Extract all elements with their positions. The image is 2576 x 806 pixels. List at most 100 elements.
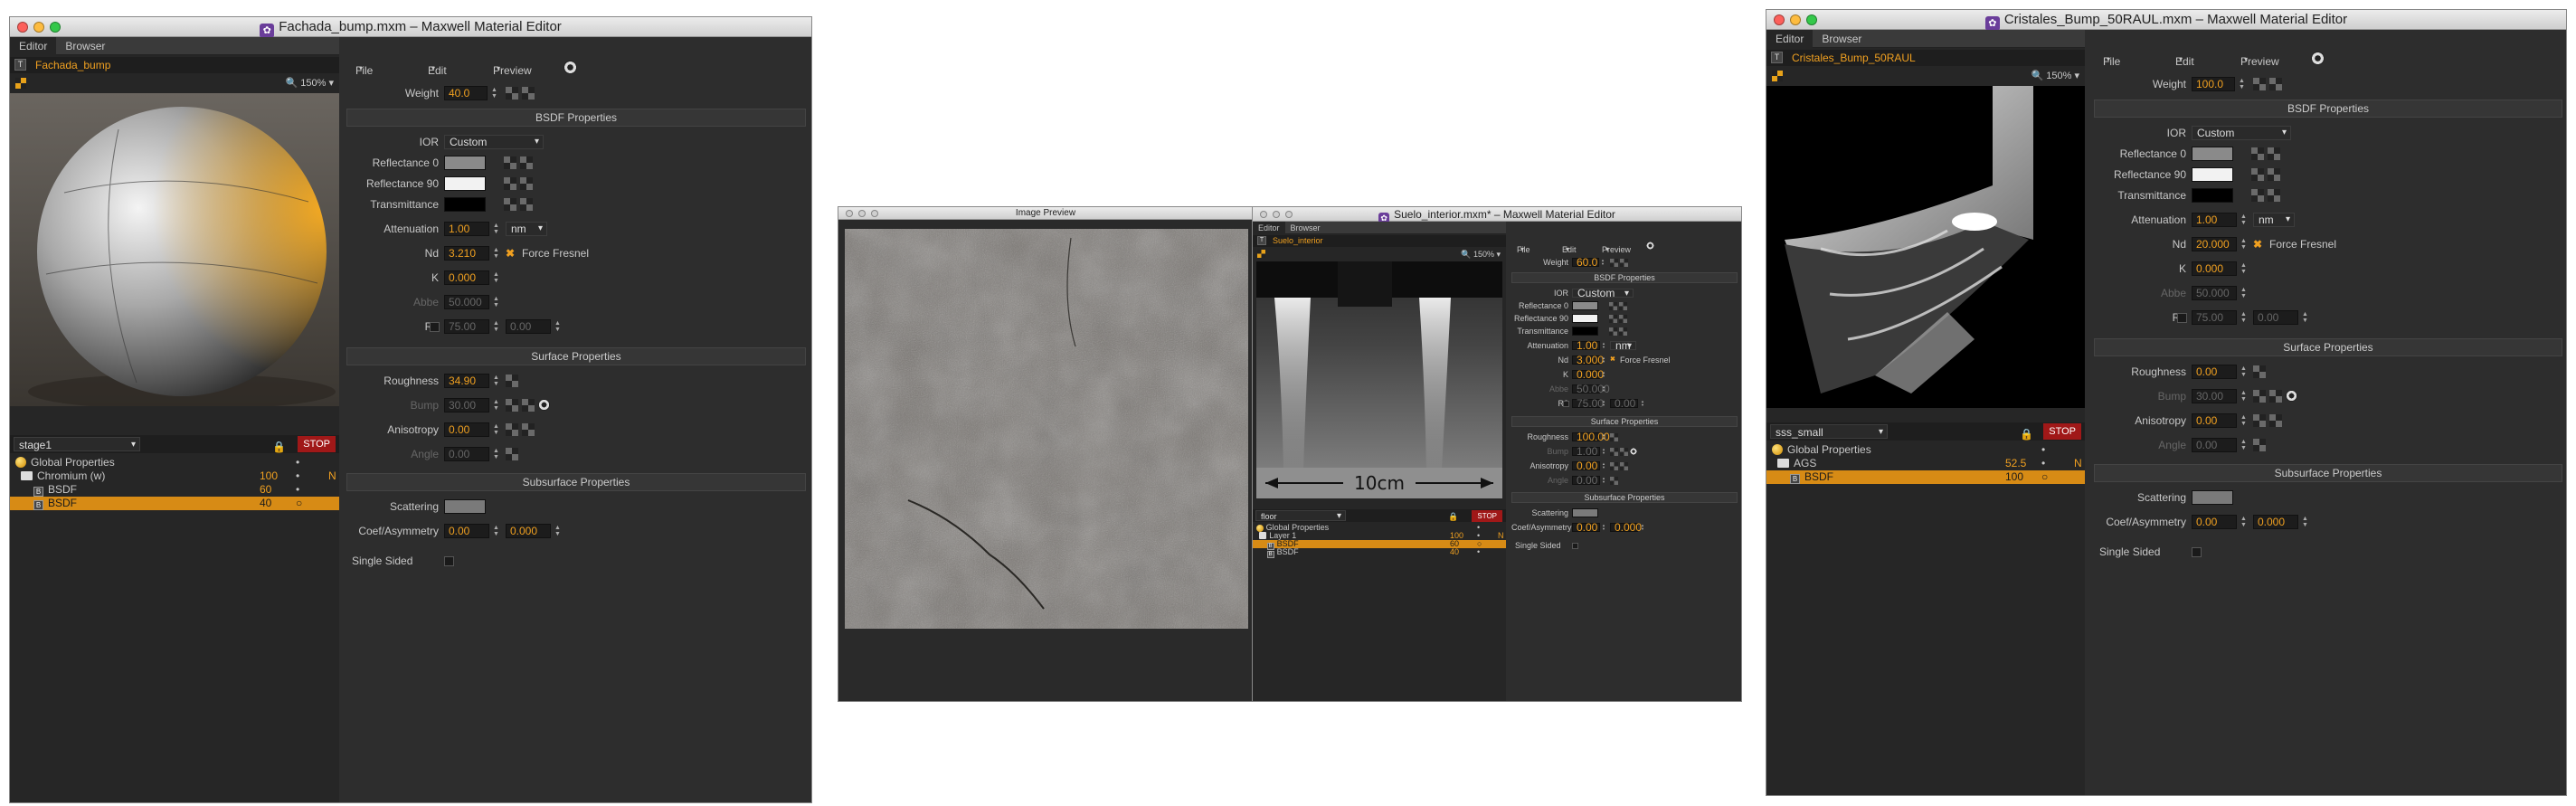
texture-map-icon[interactable] (2251, 189, 2264, 202)
ior-select[interactable]: Custom (2192, 126, 2291, 140)
scattering-swatch[interactable] (444, 499, 486, 514)
stepper-arrows[interactable]: ▲ ▼ (554, 320, 562, 333)
force-fresnel-checkbox[interactable]: ✖ (2253, 235, 2262, 253)
lock-icon[interactable]: 🔒 (1448, 510, 1458, 523)
texture-map-icon[interactable] (504, 177, 516, 190)
stepper-arrows[interactable]: ▲ ▼ (493, 448, 500, 460)
tab-browser[interactable]: Browser (1813, 30, 1870, 48)
texture-map-icon[interactable] (2251, 168, 2264, 181)
zoom-icon[interactable]: 🔍 (1461, 250, 1471, 259)
texture-enable-icon[interactable] (520, 198, 533, 211)
stepper-arrows[interactable]: ▲ ▼ (2240, 262, 2248, 275)
texture-map-icon[interactable] (2253, 78, 2266, 90)
texture-map-icon[interactable] (2253, 414, 2266, 427)
reflectance-90-swatch[interactable] (2192, 167, 2233, 182)
asymmetry-value[interactable]: 0.000 (506, 524, 551, 538)
texture-enable-icon[interactable] (522, 87, 535, 100)
angle-value[interactable]: 0.00 (444, 447, 489, 461)
texture-enable-icon[interactable] (2269, 414, 2282, 427)
r2-value-a[interactable]: 75.00 (2192, 310, 2237, 325)
transmittance-swatch[interactable] (444, 197, 486, 212)
texture-map-icon[interactable] (2253, 439, 2266, 451)
asymmetry-value[interactable]: 0.000 (2253, 515, 2298, 529)
coef-value[interactable]: 0.00 (2192, 515, 2237, 529)
roughness-value[interactable]: 0.00 (2192, 365, 2237, 379)
stepper-arrows[interactable]: ▲ ▼ (2239, 78, 2246, 90)
stepper-arrows[interactable]: ▲ ▼ (2240, 365, 2248, 378)
tree-row[interactable]: AGS 52.5 • N (1766, 457, 2085, 470)
checker-icon[interactable] (1257, 250, 1265, 258)
window-titlebar[interactable]: ✿ Suelo_interior.mxm* – Maxwell Material … (1253, 207, 1741, 223)
stepper-arrows[interactable]: ▲ ▼ (1641, 524, 1648, 531)
stepper-arrows[interactable]: ▲ ▼ (1601, 259, 1608, 266)
texture-map-icon[interactable] (1610, 448, 1618, 456)
stepper-arrows[interactable]: ▲ ▼ (2240, 238, 2248, 251)
scattering-swatch[interactable] (2192, 490, 2233, 505)
texture-enable-icon[interactable] (2269, 390, 2282, 403)
layer-toggle[interactable]: ○ (296, 497, 302, 510)
minimize-window-button[interactable] (858, 209, 866, 217)
material-name[interactable]: Suelo_interior (1273, 236, 1323, 245)
zoom-window-button[interactable] (1806, 14, 1817, 25)
bump-value[interactable]: 30.00 (2192, 389, 2237, 403)
stepper-arrows[interactable]: ▲ ▼ (491, 87, 498, 100)
abbe-value[interactable]: 50.000 (444, 295, 489, 309)
reflectance-0-swatch[interactable] (1572, 301, 1598, 310)
stop-button[interactable]: STOP (1472, 510, 1502, 522)
normal-map-icon[interactable] (538, 399, 550, 411)
texture-map-icon[interactable] (1609, 315, 1617, 323)
asymmetry-value[interactable]: 0.000 (1610, 522, 1642, 533)
texture-enable-icon[interactable] (2268, 189, 2280, 202)
layer-weight[interactable]: 40 (1450, 548, 1459, 556)
layer-toggle[interactable]: • (2041, 443, 2045, 457)
stepper-arrows[interactable]: ▲ ▼ (493, 375, 500, 387)
stepper-arrows[interactable]: ▲ ▼ (493, 223, 500, 235)
zoom-icon[interactable]: 🔍 (2031, 71, 2044, 81)
texture-enable-icon[interactable] (1619, 302, 1627, 310)
checker-icon[interactable] (1772, 71, 1783, 81)
tab-editor[interactable]: Editor (1766, 30, 1814, 48)
abbe-value[interactable]: 50.000 (2192, 286, 2237, 300)
layer-toggle[interactable]: • (296, 456, 299, 469)
texture-map-icon[interactable] (2253, 390, 2266, 403)
r2-checkbox[interactable] (2177, 313, 2187, 323)
preview-settings-icon[interactable] (2311, 52, 2325, 65)
close-window-button[interactable] (846, 209, 853, 217)
texture-map-icon[interactable] (1610, 259, 1618, 267)
texture-enable-icon[interactable] (520, 156, 533, 169)
r2-value-b[interactable]: 0.00 (2253, 310, 2298, 325)
single-sided-checkbox[interactable] (2192, 547, 2202, 557)
texture-enable-icon[interactable] (2268, 168, 2280, 181)
abbe-value[interactable]: 50.000 (1572, 384, 1610, 394)
reflectance-90-swatch[interactable] (1572, 314, 1598, 323)
texture-map-icon[interactable] (2253, 365, 2266, 378)
single-sided-checkbox[interactable] (1572, 543, 1578, 549)
layer-weight[interactable]: 100 (2005, 470, 2023, 484)
stepper-arrows[interactable]: ▲ ▼ (493, 423, 500, 436)
attenuation-unit-select[interactable]: nm (2253, 213, 2295, 227)
reflectance-90-swatch[interactable] (444, 176, 486, 191)
reflectance-0-swatch[interactable] (444, 156, 486, 170)
material-name[interactable]: Fachada_bump (35, 59, 110, 71)
stepper-arrows[interactable]: ▲ ▼ (2240, 287, 2248, 299)
close-window-button[interactable] (17, 21, 28, 33)
stepper-arrows[interactable]: ▲ ▼ (2240, 516, 2248, 528)
window-titlebar[interactable]: ✿ Cristales_Bump_50RAUL.mxm – Maxwell Mat… (1766, 10, 2566, 31)
stepper-arrows[interactable]: ▲ ▼ (1602, 342, 1609, 349)
layer-weight[interactable]: 52.5 (2005, 457, 2026, 470)
layer-toggle[interactable]: • (1477, 548, 1480, 556)
tab-browser[interactable]: Browser (1285, 222, 1326, 234)
coef-value[interactable]: 0.00 (1572, 522, 1600, 533)
zoom-value[interactable]: 150% (300, 78, 326, 89)
tab-editor[interactable]: Editor (1253, 222, 1285, 234)
stepper-arrows[interactable]: ▲ ▼ (1602, 433, 1609, 441)
k-value[interactable]: 0.000 (1572, 369, 1604, 380)
stepper-arrows[interactable]: ▲ ▼ (493, 296, 500, 308)
zoom-window-button[interactable] (871, 209, 878, 217)
nd-value[interactable]: 3.210 (444, 246, 489, 261)
stop-button[interactable]: STOP (298, 436, 336, 452)
preview-settings-icon[interactable] (564, 61, 577, 74)
angle-value[interactable]: 0.00 (2192, 438, 2237, 452)
layer-toggle[interactable]: • (296, 469, 299, 483)
texture-map-icon[interactable] (506, 87, 518, 100)
